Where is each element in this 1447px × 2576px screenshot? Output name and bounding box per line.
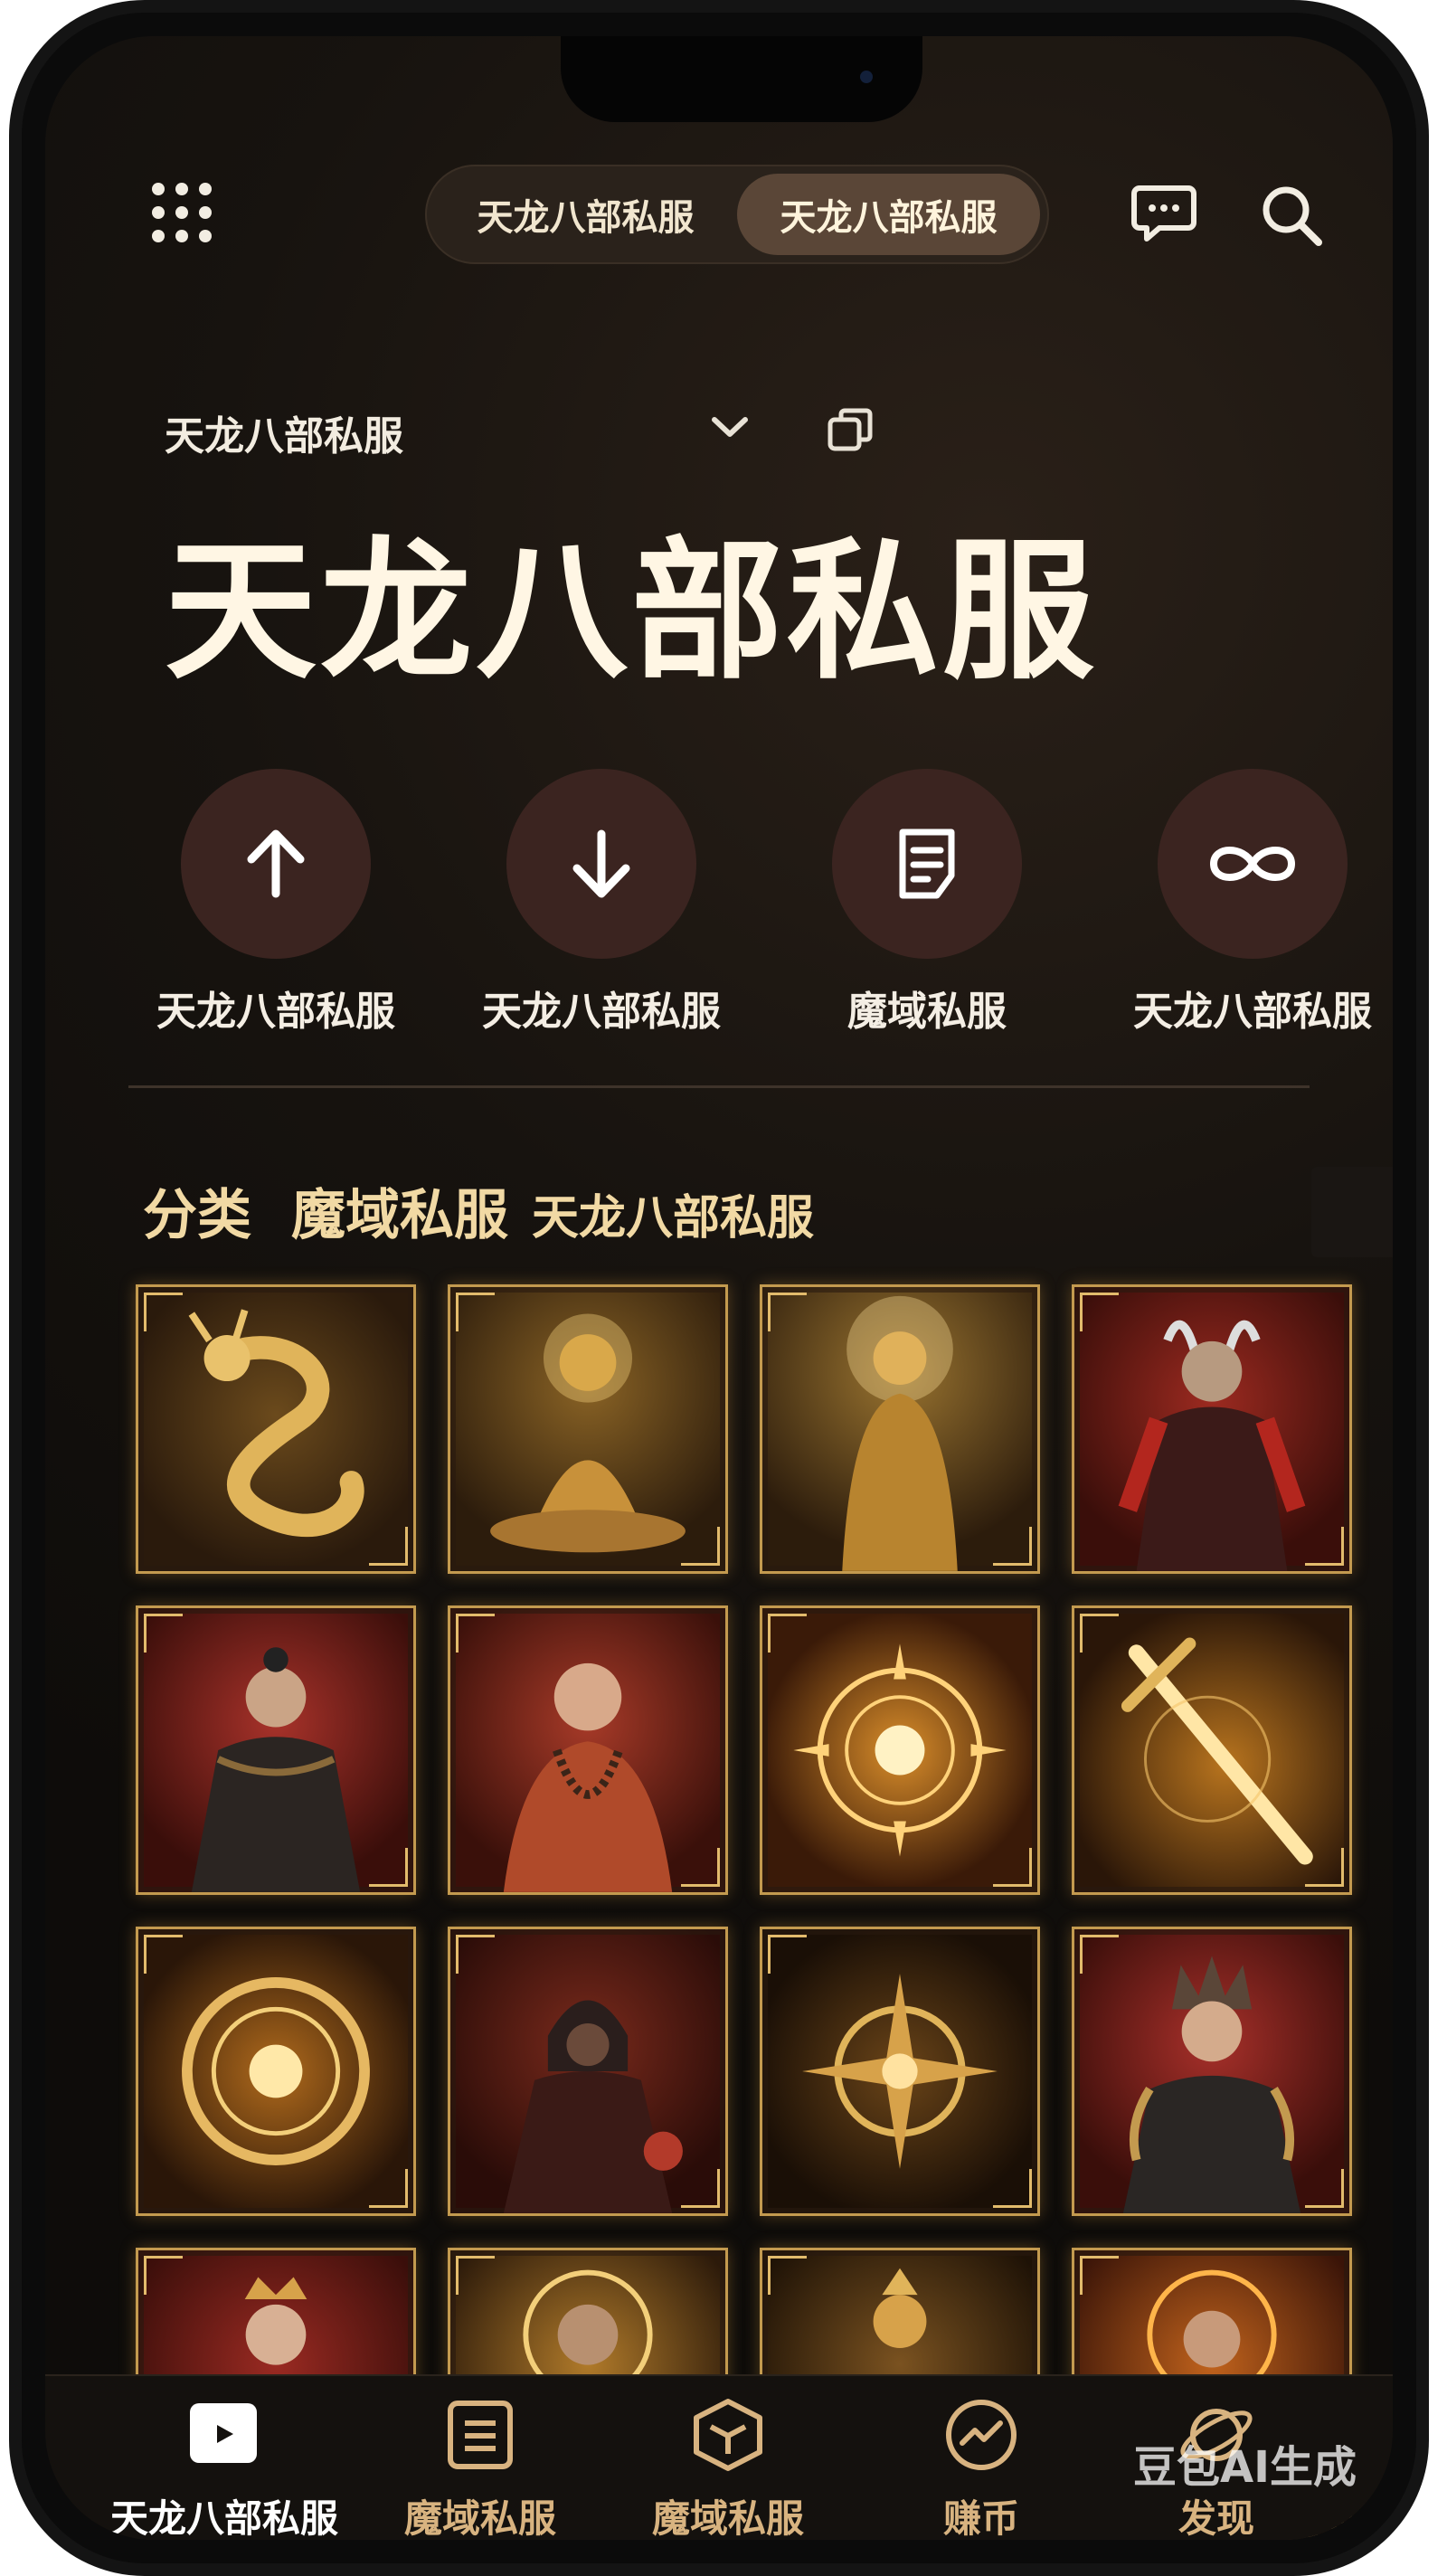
grid-tile-monk[interactable]: [448, 1605, 728, 1895]
nav-label: 赚币: [942, 2496, 1019, 2540]
monk-art: [503, 1662, 673, 1892]
spiky-warrior-art: [1122, 1956, 1301, 2213]
grid-tile-spiky-warrior[interactable]: [1072, 1927, 1352, 2216]
grid-tile-dragon[interactable]: [136, 1284, 416, 1574]
sub-title: 天龙八部私服: [165, 413, 403, 459]
sub-header: 天龙八部私服: [165, 398, 979, 461]
top-bar: 天龙八部私服 天龙八部私服: [45, 145, 1393, 271]
grid-tile-assassin[interactable]: [448, 1927, 728, 2216]
sword-art: [1121, 1637, 1313, 1865]
grid-tile-swordsman[interactable]: [136, 1605, 416, 1895]
action-circle[interactable]: [1158, 769, 1348, 959]
grid-tile-sun-emblem[interactable]: [760, 1605, 1040, 1895]
grid-menu-icon[interactable]: [152, 183, 215, 246]
grid-tile-compass[interactable]: [760, 1927, 1040, 2216]
grid-tile-golden-seal[interactable]: [136, 1927, 416, 2216]
bottom-nav: 天龙八部私服 魔域私服 魔域私服 赚币 发现 豆包AI生成: [45, 2374, 1393, 2540]
buddha-art: [490, 1313, 686, 1553]
tab-secondary[interactable]: 天龙八部私服: [737, 174, 1040, 255]
nav-item-earn[interactable]: 赚币: [868, 2394, 1094, 2540]
action-circle[interactable]: [181, 769, 371, 959]
camera-lens: [860, 71, 873, 83]
grid-tile-buddha-standing[interactable]: [760, 1284, 1040, 1574]
action-label: 天龙八部私服: [482, 989, 721, 1035]
tab-primary[interactable]: 天龙八部私服: [434, 174, 737, 255]
nav-item-cube[interactable]: 魔域私服: [615, 2394, 841, 2540]
page-title: 天龙八部私服: [165, 523, 1098, 700]
action-label: 天龙八部私服: [1133, 989, 1372, 1035]
action-label: 魔域私服: [847, 989, 1007, 1035]
document-icon: [899, 829, 955, 899]
grid-tile-horned-warrior[interactable]: [1072, 1284, 1352, 1574]
nav-item-home[interactable]: 天龙八部私服: [110, 2394, 339, 2540]
trend-icon: [946, 2400, 1017, 2470]
category-tab[interactable]: 魔域私服: [291, 1184, 508, 1247]
sun-emblem-art: [793, 1643, 1007, 1857]
arrow-down-icon: [572, 829, 630, 898]
swordsman-art: [191, 1647, 361, 1892]
assassin-art: [503, 2000, 683, 2213]
chevron-down-icon[interactable]: [707, 409, 752, 445]
arrow-up-icon: [247, 829, 305, 898]
search-icon[interactable]: [1257, 181, 1326, 250]
camera-notch: [561, 36, 922, 122]
dragon-art: [188, 1309, 364, 1538]
app-screen: 天龙八部私服 天龙八部私服 天龙八部私服 天龙八部私服 天龙八部私服 天龙八部私…: [45, 36, 1393, 2540]
section-divider: [128, 1085, 1310, 1088]
nav-label: 魔域私服: [651, 2496, 804, 2540]
phone-frame: 天龙八部私服 天龙八部私服 天龙八部私服 天龙八部私服 天龙八部私服 天龙八部私…: [9, 0, 1429, 2576]
warrior-art: [1118, 1320, 1306, 1571]
action-circle[interactable]: [506, 769, 696, 959]
nav-label: 发现: [1177, 2496, 1254, 2540]
seal-art: [182, 1977, 370, 2165]
tab-switcher: 天龙八部私服 天龙八部私服: [425, 165, 1049, 264]
list-icon: [448, 2401, 513, 2469]
nav-item-list[interactable]: 魔域私服: [367, 2394, 593, 2540]
grid-tile-buddha-seated[interactable]: [448, 1284, 728, 1574]
category-bar: 分类 魔域私服 天龙八部私服: [143, 1171, 814, 1247]
action-circle[interactable]: [832, 769, 1022, 959]
action-download[interactable]: 天龙八部私服: [466, 769, 737, 1037]
compass-art: [802, 1974, 998, 2169]
nav-label: 天龙八部私服: [110, 2496, 339, 2540]
quick-actions: 天龙八部私服 天龙八部私服 魔域私服 天龙八部私服: [45, 769, 1393, 1058]
action-document[interactable]: 魔域私服: [791, 769, 1063, 1037]
grid-tile-sword[interactable]: [1072, 1605, 1352, 1895]
chat-icon[interactable]: [1130, 183, 1197, 246]
watermark: 豆包AI生成: [1132, 2442, 1357, 2493]
category-heading: 分类: [143, 1184, 251, 1247]
action-infinite[interactable]: 天龙八部私服: [1117, 769, 1388, 1037]
play-icon: [190, 2403, 257, 2463]
copy-icon[interactable]: [825, 405, 875, 456]
infinity-icon: [1209, 847, 1296, 881]
action-upload[interactable]: 天龙八部私服: [140, 769, 411, 1037]
hexagon-icon: [694, 2399, 762, 2471]
category-more-box[interactable]: [1311, 1167, 1393, 1257]
action-label: 天龙八部私服: [156, 989, 395, 1035]
category-tab[interactable]: 天龙八部私服: [532, 1191, 814, 1245]
nav-label: 魔域私服: [403, 2496, 556, 2540]
buddha-standing-art: [842, 1295, 958, 1571]
